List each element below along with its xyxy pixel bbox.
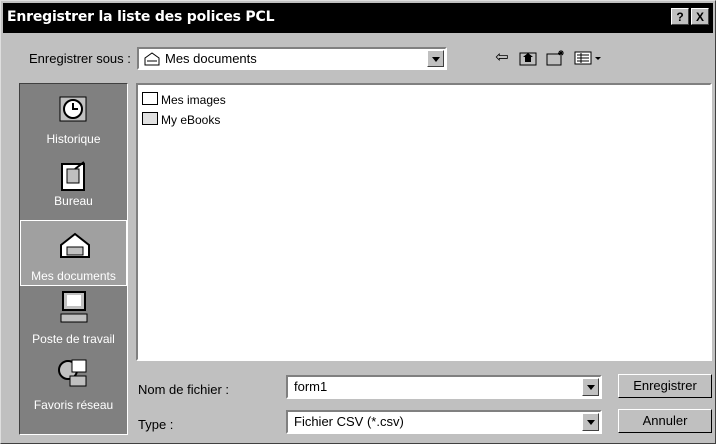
save-in-combo[interactable]: Mes documents	[137, 47, 447, 70]
filetype-label: Type :	[138, 417, 174, 432]
save-dialog: Enregistrer la liste des polices PCL ? X…	[0, 0, 716, 444]
place-poste-de-travail[interactable]: Poste de travail	[20, 288, 127, 354]
cancel-button[interactable]: Annuler	[618, 409, 712, 433]
close-button[interactable]: X	[691, 8, 709, 25]
place-mes-documents[interactable]: Mes documents	[20, 220, 127, 286]
place-label: Favoris réseau	[33, 398, 114, 412]
folder-icon	[142, 112, 158, 125]
dialog-title: Enregistrer la liste des polices PCL	[7, 9, 275, 25]
my-documents-icon	[60, 232, 90, 258]
save-in-dropdown-button[interactable]	[427, 50, 444, 67]
picture-folder-icon	[142, 92, 158, 105]
file-list[interactable]: Mes images My eBooks	[136, 83, 712, 361]
place-label: Bureau	[54, 194, 93, 208]
desktop-icon	[61, 161, 85, 191]
list-item[interactable]: Mes images	[142, 92, 226, 107]
filename-value: form1	[294, 379, 328, 394]
back-arrow-icon[interactable]: ⇦	[491, 48, 513, 68]
list-item[interactable]: My eBooks	[142, 112, 220, 127]
view-menu-icon[interactable]	[573, 48, 605, 68]
filename-label: Nom de fichier :	[138, 382, 230, 397]
filename-input[interactable]: form1	[286, 375, 602, 399]
places-bar: Historique Bureau Mes documents Poste de…	[19, 83, 128, 435]
save-button[interactable]: Enregistrer	[618, 374, 712, 398]
filetype-dropdown-button[interactable]	[582, 413, 599, 431]
place-bureau[interactable]: Bureau	[20, 154, 127, 220]
save-in-value: Mes documents	[165, 51, 257, 66]
place-label: Poste de travail	[32, 332, 115, 346]
filename-dropdown-button[interactable]	[582, 378, 599, 396]
up-folder-icon[interactable]	[517, 48, 539, 68]
computer-icon	[60, 291, 88, 323]
save-in-label: Enregistrer sous :	[29, 51, 131, 66]
help-button[interactable]: ?	[671, 8, 689, 25]
filetype-value: Fichier CSV (*.csv)	[294, 414, 404, 429]
title-bar[interactable]: Enregistrer la liste des polices PCL ? X	[3, 3, 713, 33]
new-folder-icon[interactable]	[545, 48, 567, 68]
place-label: Mes documents	[31, 269, 116, 283]
my-documents-small-icon	[144, 52, 160, 66]
place-label: Historique	[46, 132, 101, 146]
filetype-select[interactable]: Fichier CSV (*.csv)	[286, 410, 602, 434]
place-favoris-reseau[interactable]: Favoris réseau	[20, 354, 127, 420]
place-historique[interactable]: Historique	[20, 86, 127, 152]
history-icon	[59, 96, 87, 122]
network-icon	[58, 359, 87, 387]
